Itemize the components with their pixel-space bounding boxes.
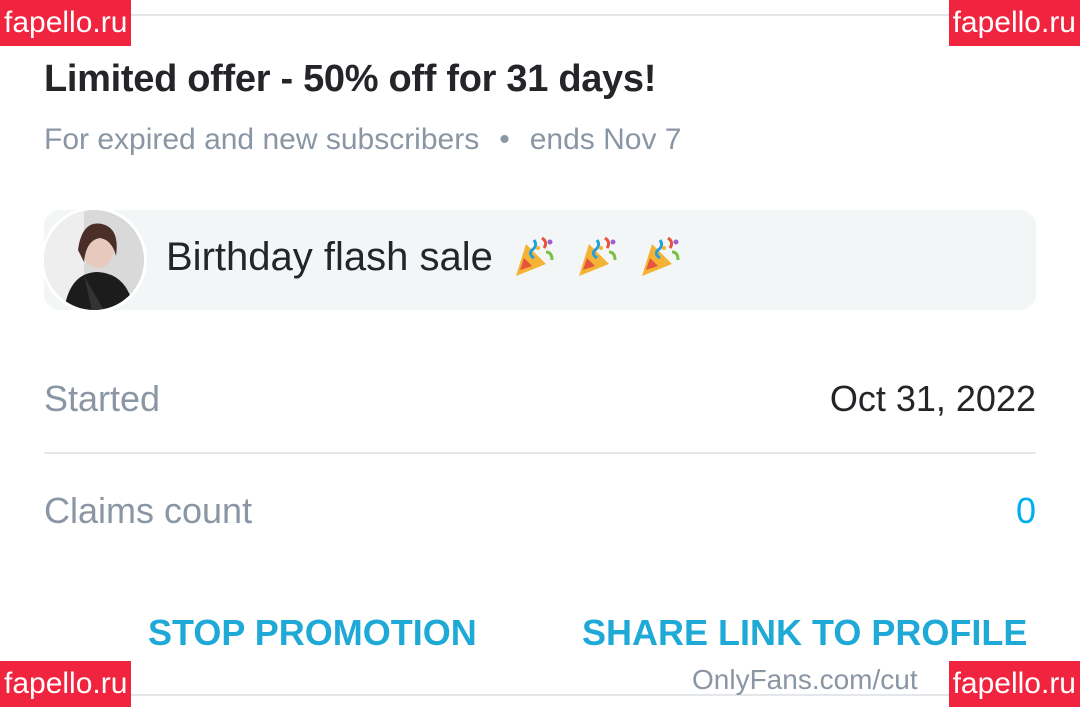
- watermark-bottom-left: fapello.ru: [0, 661, 132, 707]
- profile-url: OnlyFans.com/cut: [692, 664, 918, 695]
- separator-dot: •: [499, 123, 510, 156]
- promotion-message-text: Birthday flash sale: [166, 235, 493, 279]
- party-popper-icon: [504, 235, 567, 279]
- watermark-bottom-right: fapello.ru: [948, 661, 1080, 707]
- promotion-subtitle: For expired and new subscribers • ends Nov…: [44, 123, 682, 157]
- started-label: Started: [44, 378, 161, 419]
- party-popper-icon: [630, 235, 682, 279]
- watermark-top-right: fapello.ru: [948, 0, 1080, 46]
- promotion-message: Birthday flash sale: [166, 234, 682, 280]
- claims-count-value[interactable]: 0: [1016, 490, 1036, 532]
- promotion-end-date: ends Nov 7: [529, 123, 682, 156]
- avatar[interactable]: [44, 210, 144, 310]
- row-divider: [44, 452, 1036, 454]
- claims-count-label: Claims count: [44, 490, 253, 531]
- share-link-to-profile-button[interactable]: SHARE LINK TO PROFILE: [582, 612, 1027, 654]
- party-popper-icon: [567, 235, 630, 279]
- promotion-title: Limited offer - 50% off for 31 days!: [44, 58, 657, 100]
- top-divider: [44, 14, 1036, 16]
- started-value: Oct 31, 2022: [829, 378, 1036, 419]
- stop-promotion-button[interactable]: STOP PROMOTION: [148, 612, 477, 654]
- watermark-top-left: fapello.ru: [0, 0, 132, 46]
- promotion-audience: For expired and new subscribers: [44, 123, 480, 156]
